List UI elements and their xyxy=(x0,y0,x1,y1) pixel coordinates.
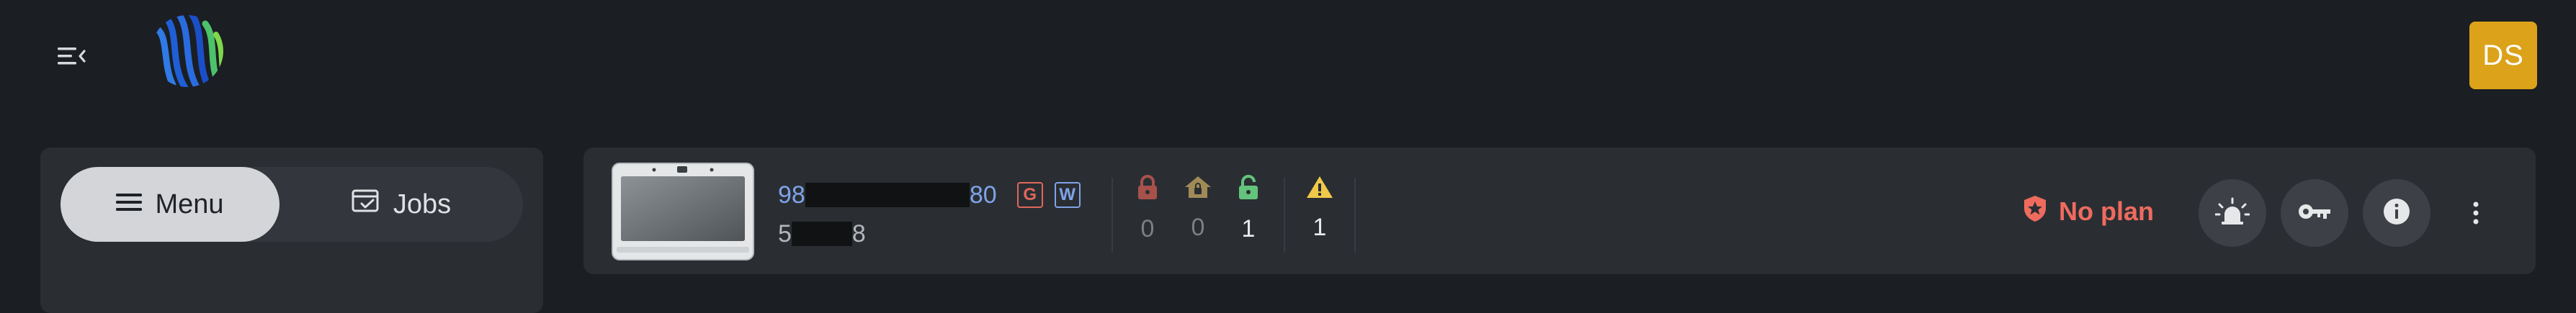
divider xyxy=(1284,178,1285,253)
unlock-icon xyxy=(1230,175,1266,201)
hamburger-icon xyxy=(116,189,143,220)
warning-icon xyxy=(1302,175,1338,199)
tab-menu-label: Menu xyxy=(155,189,224,219)
navigation-panel: Menu Jobs xyxy=(40,148,543,313)
avatar-initials: DS xyxy=(2482,39,2524,71)
warning-count: 1 xyxy=(1312,214,1327,241)
lock-icon xyxy=(1130,175,1166,201)
info-icon xyxy=(2382,197,2411,230)
locked-count: 0 xyxy=(1140,215,1155,242)
home-locked-count-stat: 0 xyxy=(1180,175,1216,240)
alarm-button[interactable] xyxy=(2199,179,2266,247)
serial-suffix: 80 xyxy=(969,181,997,209)
serial-prefix: 98 xyxy=(778,181,805,209)
tab-jobs[interactable]: Jobs xyxy=(279,167,523,242)
tab-menu[interactable]: Menu xyxy=(61,167,279,242)
divider xyxy=(1112,178,1113,253)
plan-status: No plan xyxy=(2023,195,2154,228)
tag-badge-w: W xyxy=(1054,182,1081,208)
key-button[interactable] xyxy=(2281,179,2348,247)
brand-logo-icon[interactable] xyxy=(148,13,233,89)
divider xyxy=(1354,178,1356,253)
top-bar: DS xyxy=(0,0,2576,115)
tag-badge-g: G xyxy=(1016,182,1043,208)
model-suffix: 8 xyxy=(851,219,866,248)
home-locked-count: 0 xyxy=(1191,214,1205,241)
user-avatar[interactable]: DS xyxy=(2469,22,2537,89)
tab-jobs-label: Jobs xyxy=(393,189,452,219)
locked-count-stat: 0 xyxy=(1130,175,1166,241)
clipboard-check-icon xyxy=(352,188,380,221)
home-lock-icon xyxy=(1180,175,1216,199)
shield-alert-icon xyxy=(2023,194,2047,230)
siren-icon xyxy=(2214,197,2250,230)
redacted-block xyxy=(805,183,970,207)
more-vertical-icon[interactable] xyxy=(2458,195,2494,231)
unlocked-count: 1 xyxy=(1241,215,1256,242)
device-model: 5 8 xyxy=(778,218,866,250)
plan-status-label: No plan xyxy=(2059,196,2154,226)
tablet-device-icon xyxy=(611,162,755,261)
info-button[interactable] xyxy=(2363,179,2430,247)
redacted-block xyxy=(791,222,852,246)
warning-count-stat: 1 xyxy=(1302,175,1338,240)
menu-jobs-toggle: Menu Jobs xyxy=(61,167,523,242)
device-card[interactable]: 98 80 G W 5 8 0 0 1 1 No plan xyxy=(583,148,2536,274)
model-prefix: 5 xyxy=(778,219,792,248)
unlocked-count-stat: 1 xyxy=(1230,175,1266,241)
menu-collapse-icon[interactable] xyxy=(50,42,94,71)
device-serial: 98 80 G W xyxy=(778,178,1081,212)
key-icon xyxy=(2297,202,2332,224)
